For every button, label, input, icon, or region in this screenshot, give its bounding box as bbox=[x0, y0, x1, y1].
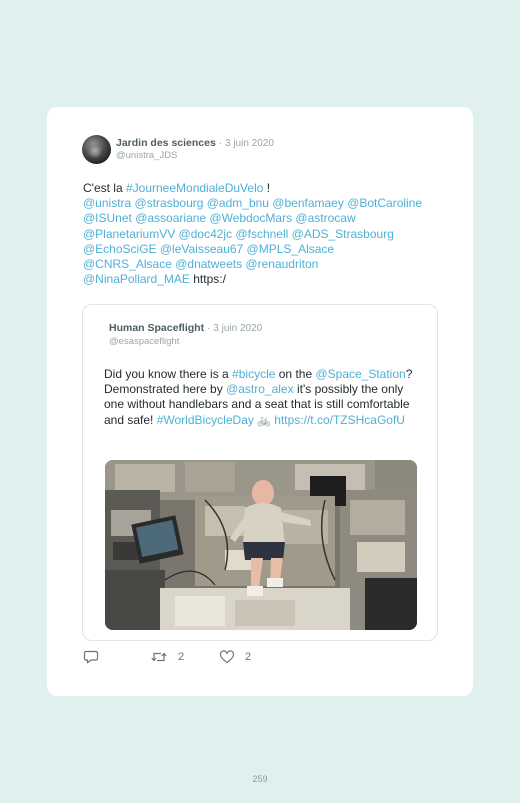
tweet-text-segment: ! bbox=[263, 181, 271, 195]
like-count: 2 bbox=[245, 651, 252, 663]
bicycle-emoji: 🚲 bbox=[257, 414, 271, 427]
tweet-link[interactable]: @unistra @strasbourg @adm_bnu @benfamaey… bbox=[83, 196, 422, 286]
tweet-text-segment: https:/ bbox=[189, 272, 226, 287]
reply-button[interactable] bbox=[83, 650, 99, 664]
tweet-link[interactable]: https://t.co/TZSHcaGofU bbox=[274, 413, 405, 427]
author-name[interactable]: Jardin des sciences bbox=[116, 137, 216, 149]
tweet-text-segment: C'est la bbox=[83, 181, 126, 195]
tweet-link[interactable]: @astro_alex bbox=[226, 382, 294, 396]
quoted-tweet[interactable]: Human Spaceflight · 3 juin 2020 @esaspac… bbox=[82, 304, 438, 641]
author-separator: · bbox=[218, 138, 223, 149]
tweet-link[interactable]: #bicycle bbox=[232, 367, 275, 381]
retweet-count: 2 bbox=[178, 651, 185, 663]
quoted-media[interactable] bbox=[105, 460, 417, 630]
author-handle[interactable]: @unistra_JDS bbox=[116, 150, 177, 161]
quoted-author-separator: · bbox=[207, 323, 211, 334]
tweet-card: Jardin des sciences · 3 juin 2020 @unist… bbox=[47, 107, 473, 696]
tweet-date[interactable]: 3 juin 2020 bbox=[225, 138, 274, 149]
author-line: Jardin des sciences · 3 juin 2020 bbox=[116, 137, 274, 149]
quoted-tweet-date[interactable]: 3 juin 2020 bbox=[213, 323, 262, 334]
reply-icon bbox=[83, 650, 99, 664]
tweet-text-segment: Did you know there is a bbox=[104, 367, 233, 381]
tweet-link[interactable]: #WorldBicycleDay bbox=[157, 413, 254, 427]
tweet-link[interactable]: #JourneeMondialeDuVelo bbox=[126, 181, 263, 195]
tweet-text-segment: on the bbox=[275, 367, 316, 381]
retweet-icon bbox=[151, 652, 167, 662]
quoted-author-name[interactable]: Human Spaceflight bbox=[109, 322, 204, 334]
tweet-link[interactable]: @Space_Station bbox=[315, 367, 405, 381]
quoted-author-handle[interactable]: @esaspaceflight bbox=[109, 336, 179, 347]
quoted-author-line: Human Spaceflight · 3 juin 2020 bbox=[109, 322, 262, 334]
tweet-actions: 2 2 bbox=[83, 650, 383, 670]
heart-icon bbox=[219, 650, 235, 664]
tweet-text: C'est la #JourneeMondialeDuVelo ! @unistr… bbox=[83, 181, 423, 287]
like-button[interactable]: 2 bbox=[219, 650, 251, 664]
quoted-tweet-text: Did you know there is a #bicycle on the … bbox=[104, 367, 424, 429]
retweet-button[interactable]: 2 bbox=[150, 650, 184, 664]
page-number: 259 bbox=[252, 774, 268, 784]
iss-interior-photo bbox=[105, 460, 417, 630]
author-avatar[interactable] bbox=[82, 135, 111, 164]
